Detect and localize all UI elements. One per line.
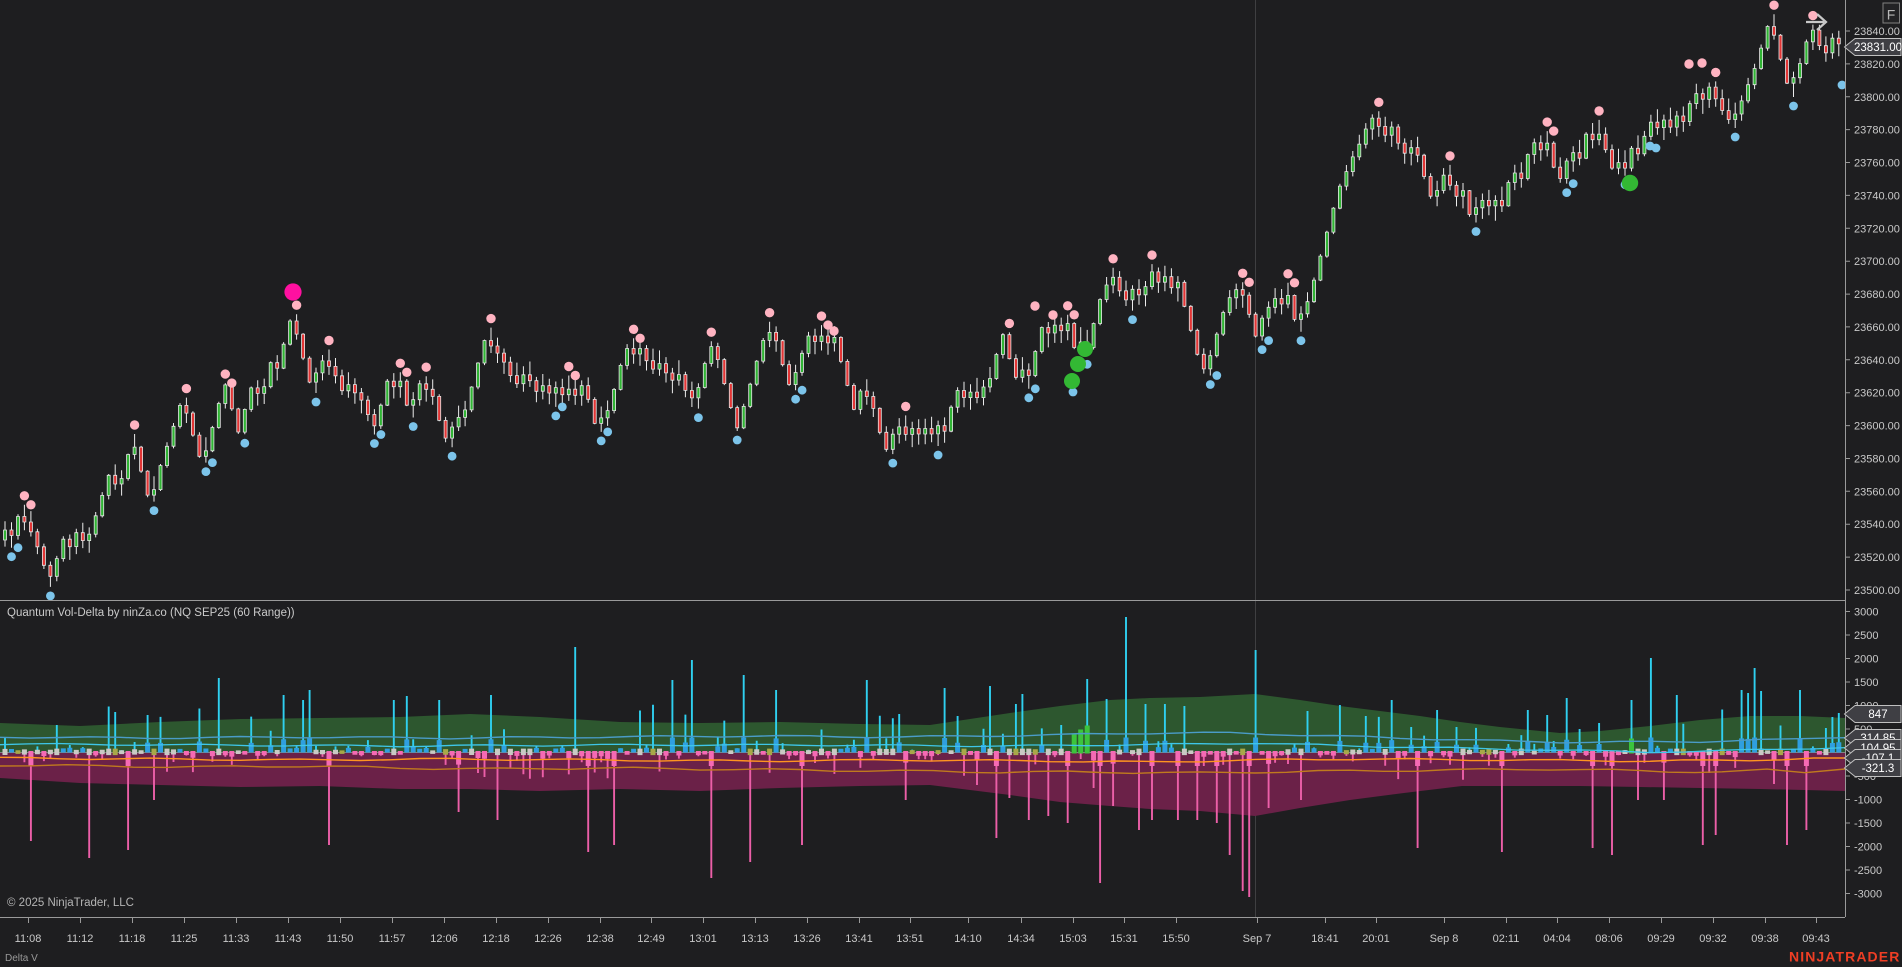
svg-text:09:43: 09:43 bbox=[1802, 933, 1830, 945]
svg-text:11:43: 11:43 bbox=[275, 933, 302, 945]
svg-text:Quantum Vol-Delta by ninZa.co: Quantum Vol-Delta by ninZa.co (NQ SEP25 … bbox=[7, 607, 295, 619]
svg-text:NINJATRADER: NINJATRADER bbox=[1789, 949, 1900, 965]
svg-text:02:11: 02:11 bbox=[1493, 933, 1520, 945]
svg-text:23831.00: 23831.00 bbox=[1854, 42, 1902, 54]
svg-text:12:18: 12:18 bbox=[482, 933, 510, 945]
svg-text:23700.00: 23700.00 bbox=[1854, 256, 1900, 268]
svg-text:23640.00: 23640.00 bbox=[1854, 355, 1900, 367]
svg-text:18:41: 18:41 bbox=[1311, 933, 1339, 945]
svg-text:847: 847 bbox=[1868, 709, 1887, 721]
svg-text:12:06: 12:06 bbox=[430, 933, 458, 945]
svg-text:04:04: 04:04 bbox=[1543, 933, 1571, 945]
svg-text:20:01: 20:01 bbox=[1362, 933, 1390, 945]
svg-text:23620.00: 23620.00 bbox=[1854, 388, 1900, 400]
svg-text:11:50: 11:50 bbox=[327, 933, 354, 945]
svg-text:09:29: 09:29 bbox=[1647, 933, 1675, 945]
svg-text:-3000: -3000 bbox=[1854, 889, 1882, 901]
svg-text:-321.3: -321.3 bbox=[1862, 763, 1895, 775]
svg-text:Delta V: Delta V bbox=[5, 953, 38, 964]
svg-text:12:49: 12:49 bbox=[637, 933, 665, 945]
svg-text:3000: 3000 bbox=[1854, 607, 1878, 619]
svg-text:2500: 2500 bbox=[1854, 630, 1878, 642]
svg-text:11:18: 11:18 bbox=[119, 933, 146, 945]
svg-text:-2000: -2000 bbox=[1854, 842, 1882, 854]
svg-text:13:01: 13:01 bbox=[689, 933, 717, 945]
svg-text:23520.00: 23520.00 bbox=[1854, 552, 1900, 564]
svg-text:14:34: 14:34 bbox=[1007, 933, 1035, 945]
svg-text:11:08: 11:08 bbox=[15, 933, 42, 945]
svg-text:23560.00: 23560.00 bbox=[1854, 486, 1900, 498]
svg-text:12:38: 12:38 bbox=[586, 933, 614, 945]
svg-text:23800.00: 23800.00 bbox=[1854, 92, 1900, 104]
svg-text:15:03: 15:03 bbox=[1059, 933, 1087, 945]
svg-text:13:13: 13:13 bbox=[741, 933, 769, 945]
svg-text:09:38: 09:38 bbox=[1751, 933, 1779, 945]
svg-text:-2500: -2500 bbox=[1854, 865, 1882, 877]
svg-text:23780.00: 23780.00 bbox=[1854, 125, 1900, 137]
svg-text:23500.00: 23500.00 bbox=[1854, 585, 1900, 597]
svg-text:© 2025 NinjaTrader, LLC: © 2025 NinjaTrader, LLC bbox=[7, 897, 134, 909]
svg-text:23660.00: 23660.00 bbox=[1854, 322, 1900, 334]
svg-text:F: F bbox=[1887, 7, 1896, 23]
svg-text:23760.00: 23760.00 bbox=[1854, 158, 1900, 170]
svg-text:11:57: 11:57 bbox=[379, 933, 406, 945]
svg-text:15:31: 15:31 bbox=[1110, 933, 1138, 945]
svg-text:23680.00: 23680.00 bbox=[1854, 289, 1900, 301]
svg-text:23820.00: 23820.00 bbox=[1854, 59, 1900, 71]
svg-text:13:51: 13:51 bbox=[896, 933, 924, 945]
svg-text:08:06: 08:06 bbox=[1595, 933, 1623, 945]
svg-text:2000: 2000 bbox=[1854, 654, 1878, 666]
svg-text:14:10: 14:10 bbox=[954, 933, 982, 945]
svg-text:23540.00: 23540.00 bbox=[1854, 519, 1900, 531]
svg-text:11:25: 11:25 bbox=[171, 933, 198, 945]
svg-text:Sep 8: Sep 8 bbox=[1430, 933, 1459, 945]
svg-text:12:26: 12:26 bbox=[534, 933, 562, 945]
svg-text:09:32: 09:32 bbox=[1699, 933, 1727, 945]
svg-text:Sep 7: Sep 7 bbox=[1243, 933, 1272, 945]
svg-text:11:33: 11:33 bbox=[223, 933, 250, 945]
svg-text:23580.00: 23580.00 bbox=[1854, 454, 1900, 466]
svg-text:13:26: 13:26 bbox=[793, 933, 821, 945]
svg-text:-1000: -1000 bbox=[1854, 795, 1882, 807]
svg-text:23720.00: 23720.00 bbox=[1854, 223, 1900, 235]
svg-text:13:41: 13:41 bbox=[845, 933, 873, 945]
svg-text:11:12: 11:12 bbox=[67, 933, 94, 945]
svg-text:15:50: 15:50 bbox=[1162, 933, 1190, 945]
svg-text:23740.00: 23740.00 bbox=[1854, 190, 1900, 202]
svg-text:23600.00: 23600.00 bbox=[1854, 421, 1900, 433]
svg-text:-1500: -1500 bbox=[1854, 818, 1882, 830]
svg-text:1500: 1500 bbox=[1854, 677, 1878, 689]
svg-text:23840.00: 23840.00 bbox=[1854, 26, 1900, 38]
